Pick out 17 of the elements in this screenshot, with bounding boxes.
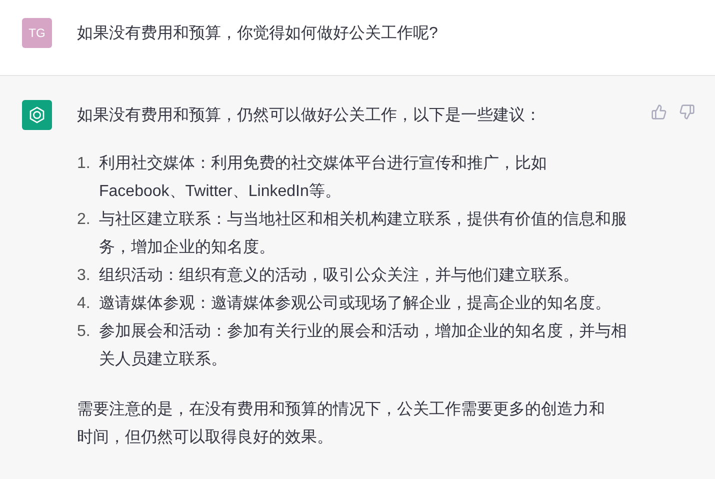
user-message: 如果没有费用和预算，你觉得如何做好公关工作呢? bbox=[77, 24, 438, 44]
thumbs-up-icon[interactable] bbox=[651, 104, 667, 120]
intro-text: 如果没有费用和预算，仍然可以做好公关工作，以下是一些建议： bbox=[77, 106, 541, 126]
list-item-text: 与社区建立联系：与当地社区和相关机构建立联系，提供有价值的信息和服务，增加企业的知名度。 bbox=[99, 210, 628, 258]
list-number: 4. bbox=[77, 294, 92, 314]
list-item-text: 参加展会和活动：参加有关行业的展会和活动，增加企业的知名度，并与相关人员建立联系。 bbox=[99, 322, 628, 370]
list-number: 5. bbox=[77, 322, 92, 342]
conclusion-text: 需要注意的是，在没有费用和预算的情况下，公关工作需要更多的创造力和时间，但仍然可以取得良好的效果。 bbox=[77, 400, 606, 448]
list-item-text: 组织活动：组织有意义的活动，吸引公众关注，并与他们建立联系。 bbox=[99, 266, 580, 286]
list-number: 2. bbox=[77, 210, 92, 230]
list-number: 1. bbox=[77, 154, 92, 174]
list-item-text: 利用社交媒体：利用免费的社交媒体平台进行宣传和推广，比如Facebook、Twitter、LinkedIn等。 bbox=[99, 154, 548, 202]
user-avatar: TG bbox=[22, 18, 52, 48]
list-item-text: 邀请媒体参观：邀请媒体参观公司或现场了解企业，提高企业的知名度。 bbox=[99, 294, 612, 314]
logo-icon bbox=[27, 105, 47, 125]
thumbs-down-icon[interactable] bbox=[679, 104, 695, 120]
list-number: 3. bbox=[77, 266, 92, 286]
